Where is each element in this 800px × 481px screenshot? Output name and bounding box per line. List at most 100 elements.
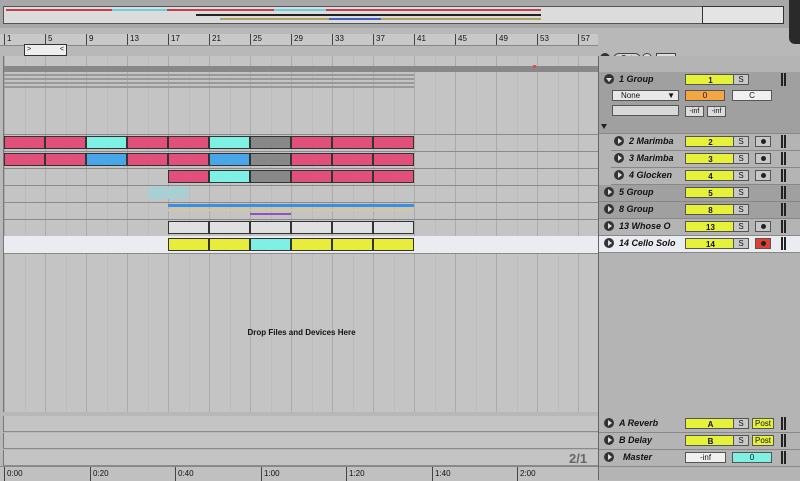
fold-arrow-icon[interactable] — [604, 187, 614, 197]
track-number[interactable]: 14 — [685, 238, 736, 249]
clip[interactable] — [332, 153, 373, 166]
lane-whose-13[interactable] — [4, 219, 599, 237]
resize-grip[interactable] — [781, 203, 786, 216]
fold-arrow-icon[interactable] — [604, 204, 614, 214]
resize-grip[interactable] — [781, 73, 786, 86]
solo-button[interactable]: S — [733, 170, 749, 181]
arm-button[interactable] — [755, 221, 771, 232]
track-number[interactable]: 5 — [685, 187, 736, 198]
clip[interactable] — [250, 153, 291, 166]
solo-button[interactable]: S — [733, 136, 749, 147]
lane-return-b[interactable] — [3, 433, 599, 449]
lane-glocken-4[interactable] — [4, 168, 599, 186]
track-number[interactable]: 8 — [685, 204, 736, 215]
arm-button[interactable] — [755, 153, 771, 164]
clip[interactable] — [4, 136, 45, 149]
track-header-cello-14[interactable]: 14 Cello Solo 14 S — [599, 236, 800, 253]
clip[interactable] — [250, 136, 291, 149]
clip[interactable] — [332, 238, 373, 251]
clip[interactable] — [373, 170, 414, 183]
arm-button[interactable] — [755, 170, 771, 181]
resize-grip[interactable] — [781, 220, 786, 233]
collapse-arrow-icon[interactable] — [601, 124, 607, 129]
solo-button[interactable]: S — [733, 187, 749, 198]
track-header-group-8[interactable]: 8 Group 8 S — [599, 202, 800, 219]
resize-grip[interactable] — [781, 186, 786, 199]
clip[interactable] — [168, 170, 209, 183]
beat-ruler[interactable]: 1 5 9 13 17 21 25 29 33 37 41 45 49 53 5… — [0, 34, 598, 46]
resize-grip[interactable] — [781, 237, 786, 250]
clip[interactable] — [209, 170, 250, 183]
post-button[interactable]: Post — [752, 435, 774, 446]
track-header-marimba-2[interactable]: 2 Marimba 2 S — [611, 134, 800, 151]
input-channel-select[interactable] — [612, 105, 679, 116]
track-number[interactable]: B — [685, 435, 736, 446]
clip[interactable] — [291, 170, 332, 183]
loop-end-marker[interactable]: < — [60, 45, 64, 54]
solo-button[interactable]: S — [733, 221, 749, 232]
resize-grip[interactable] — [781, 169, 786, 182]
track-header-whose-13[interactable]: 13 Whose O 13 S — [599, 219, 800, 236]
fold-arrow-icon[interactable] — [604, 238, 614, 248]
clip[interactable] — [86, 153, 127, 166]
clip[interactable] — [127, 153, 168, 166]
solo-button[interactable]: S — [733, 435, 749, 446]
clip[interactable] — [168, 136, 209, 149]
clip[interactable] — [209, 238, 250, 251]
clip[interactable] — [373, 153, 414, 166]
loop-brace[interactable]: > < — [24, 44, 67, 56]
track-header-group-5[interactable]: 5 Group 5 S — [599, 185, 800, 202]
clip[interactable] — [250, 170, 291, 183]
clip[interactable] — [332, 170, 373, 183]
clip[interactable] — [86, 136, 127, 149]
clip[interactable] — [250, 238, 291, 251]
clip[interactable] — [332, 136, 373, 149]
resize-grip[interactable] — [781, 135, 786, 148]
clip[interactable] — [168, 221, 209, 234]
clip[interactable] — [291, 153, 332, 166]
track-header-master[interactable]: Master -inf 0 — [599, 450, 800, 467]
track-number[interactable]: 13 — [685, 221, 736, 232]
lane-marimba-2[interactable] — [4, 134, 599, 152]
resize-grip[interactable] — [781, 451, 786, 464]
track-number[interactable]: 3 — [685, 153, 736, 164]
clip[interactable] — [127, 136, 168, 149]
overview-box[interactable] — [3, 6, 784, 24]
arm-button[interactable] — [755, 136, 771, 147]
corner-tab[interactable] — [789, 0, 800, 44]
clip[interactable] — [250, 221, 291, 234]
master-volume-field[interactable]: -inf — [685, 452, 726, 463]
clip[interactable] — [373, 221, 414, 234]
clip[interactable] — [373, 238, 414, 251]
arm-button-armed[interactable] — [755, 238, 771, 249]
clip[interactable] — [291, 136, 332, 149]
clip[interactable] — [45, 136, 86, 149]
pan-field[interactable]: C — [732, 90, 772, 101]
lane-group-8[interactable] — [4, 202, 599, 220]
clip[interactable] — [291, 238, 332, 251]
fold-arrow-icon[interactable] — [604, 435, 614, 445]
track-header-return-b[interactable]: B Delay B S Post — [599, 433, 800, 450]
fold-arrow-icon[interactable] — [604, 74, 614, 84]
fold-arrow-icon[interactable] — [614, 153, 624, 163]
track-header-marimba-3[interactable]: 3 Marimba 3 S — [611, 151, 800, 168]
arrangement-view[interactable]: Drop Files and Devices Here — [3, 56, 600, 412]
fold-arrow-icon[interactable] — [614, 136, 624, 146]
master-pan-field[interactable]: 0 — [732, 452, 772, 463]
resize-grip[interactable] — [781, 417, 786, 430]
lane-marimba-3[interactable] — [4, 151, 599, 169]
track-number[interactable]: A — [685, 418, 736, 429]
clip[interactable] — [168, 153, 209, 166]
loop-start-marker[interactable]: > — [27, 45, 31, 54]
overview-view-box[interactable] — [702, 6, 784, 24]
solo-button[interactable]: S — [733, 204, 749, 215]
track-number[interactable]: 4 — [685, 170, 736, 181]
resize-grip[interactable] — [781, 152, 786, 165]
resize-grip[interactable] — [781, 434, 786, 447]
track-header-group-1[interactable]: 1 Group 1 S None ▼ 0 C -inf -inf — [599, 72, 800, 134]
solo-button[interactable]: S — [733, 74, 749, 85]
solo-button[interactable]: S — [733, 238, 749, 249]
clip[interactable] — [4, 153, 45, 166]
lane-group-5[interactable] — [4, 185, 599, 203]
solo-button[interactable]: S — [733, 153, 749, 164]
